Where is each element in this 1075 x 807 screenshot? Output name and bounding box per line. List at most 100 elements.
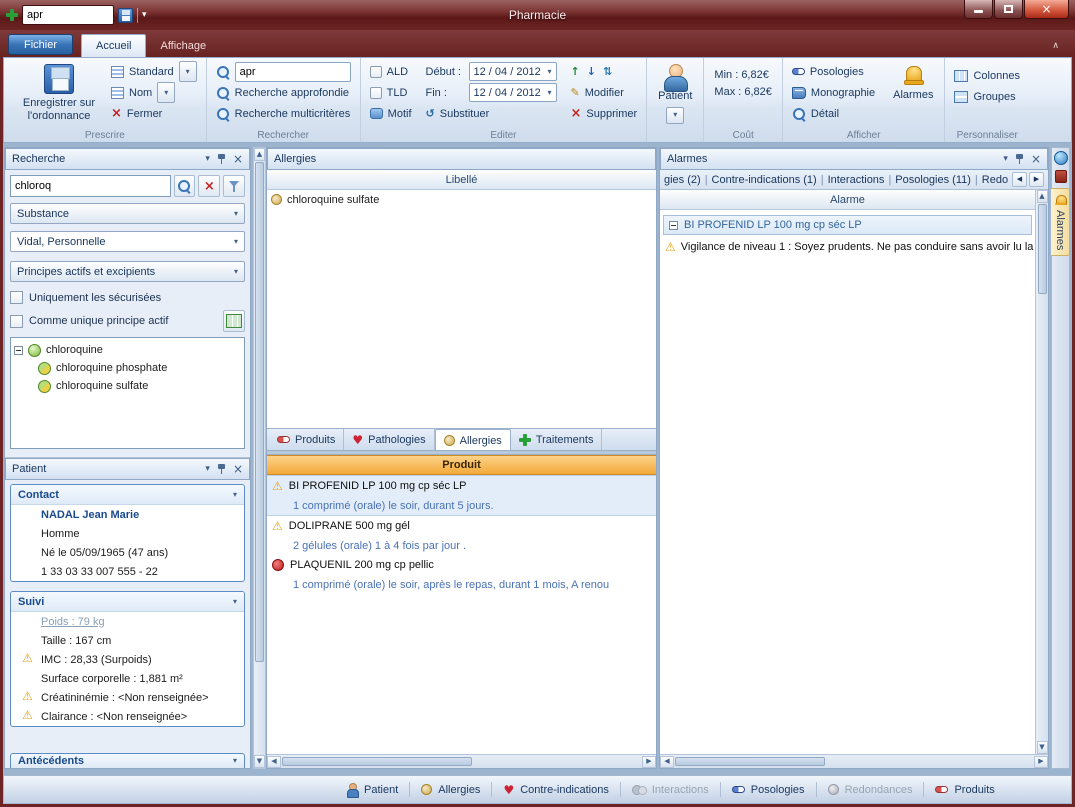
alarmes-side-tab[interactable]: Alarmes [1051, 188, 1070, 256]
scroll-down-button[interactable]: ▼ [1037, 741, 1048, 754]
modifier-button[interactable]: ✎Modifier [568, 82, 641, 103]
quick-search-input[interactable] [22, 5, 114, 25]
enregistrer-ordonnance-button[interactable]: Enregistrer sur l'ordonnance [10, 61, 108, 127]
equivalence-table-button[interactable] [223, 310, 245, 332]
colonnes-button[interactable]: Colonnes [951, 65, 1022, 86]
scroll-right-button[interactable]: ▶ [1034, 756, 1048, 768]
ald-checkbox-box[interactable] [370, 66, 382, 78]
pin-icon[interactable] [217, 463, 226, 475]
chevron-down-icon[interactable]: ▾ [233, 757, 237, 765]
tab-fichier[interactable]: Fichier [8, 34, 73, 55]
filter-posologies[interactable]: Posologies (11) [895, 174, 971, 186]
scroll-down-button[interactable]: ▼ [254, 755, 265, 768]
calendar-dropdown-icon[interactable]: ▾ [548, 68, 552, 76]
alarm-group-row[interactable]: BI PROFENID LP 100 mg cp séc LP [663, 215, 1032, 235]
tab-traitements[interactable]: Traitements [511, 429, 603, 450]
chevron-down-icon[interactable]: ▾ [233, 491, 237, 499]
filter-scroll-right-button[interactable]: ▶ [1029, 172, 1044, 187]
left-dock-scrollbar[interactable]: ▲ ▼ [253, 147, 266, 769]
suivi-box-header[interactable]: Suivi▾ [11, 592, 244, 612]
antecedents-header[interactable]: Antécédents▾ [10, 753, 245, 768]
contact-box-header[interactable]: Contact▾ [11, 485, 244, 505]
sort-icon[interactable]: ⇅ [603, 66, 612, 77]
tab-accueil[interactable]: Accueil [81, 34, 146, 57]
center-horizontal-scrollbar[interactable]: ◀ ▶ [267, 754, 656, 768]
filter-redondances[interactable]: Redo [982, 174, 1008, 186]
search-filter-button[interactable] [223, 175, 245, 197]
save-icon[interactable] [118, 8, 133, 23]
securisees-checkbox[interactable]: Uniquement les sécurisées [10, 291, 245, 304]
substance-type-dropdown[interactable]: Substance▾ [10, 203, 245, 224]
scrollbar-thumb[interactable] [255, 162, 264, 662]
status-contre-indications[interactable]: ♥Contre-indications [501, 784, 610, 796]
date-fin-field[interactable]: 12 / 04 / 2012▾ [469, 83, 557, 102]
ribbon-search-input[interactable] [235, 62, 351, 82]
pin-icon[interactable] [217, 153, 226, 165]
recherche-approfondie-button[interactable]: Recherche approfondie [213, 82, 354, 103]
scrollbar-thumb[interactable] [675, 757, 825, 766]
tree-node-child[interactable]: chloroquine phosphate [38, 359, 241, 377]
collapse-expander-icon[interactable] [669, 221, 678, 230]
maximize-button[interactable] [994, 0, 1023, 19]
alarme-column-header[interactable]: Alarme [660, 190, 1035, 210]
close-button[interactable]: × [1024, 0, 1069, 19]
scrollbar-thumb[interactable] [282, 757, 472, 766]
detail-button[interactable]: Détail [789, 103, 878, 124]
supprimer-button[interactable]: ×Supprimer [568, 103, 641, 124]
panel-dropdown-icon[interactable]: ▾ [205, 155, 210, 164]
securisees-checkbox-box[interactable] [10, 291, 23, 304]
search-clear-button[interactable]: × [198, 175, 220, 197]
motif-button[interactable]: Motif [367, 103, 415, 124]
panel-dropdown-icon[interactable]: ▾ [1003, 155, 1008, 164]
globe-icon[interactable] [1054, 151, 1068, 165]
status-produits[interactable]: Produits [933, 784, 996, 796]
filter-scroll-left-button[interactable]: ◀ [1012, 172, 1027, 187]
quick-access-dropdown-icon[interactable]: ▾ [142, 11, 147, 20]
date-debut-field[interactable]: 12 / 04 / 2012▾ [469, 62, 557, 81]
alarm-horizontal-scrollbar[interactable]: ◀ ▶ [660, 754, 1048, 768]
scroll-up-button[interactable]: ▲ [1037, 190, 1048, 203]
tab-produits[interactable]: Produits [269, 429, 344, 450]
scrollbar-thumb[interactable] [1038, 204, 1047, 294]
fermer-button[interactable]: ×Fermer [108, 103, 200, 124]
product-item[interactable]: ⚠DOLIPRANE 500 mg gél 2 gélules (orale) … [267, 516, 656, 555]
principe-actif-checkbox-box[interactable] [10, 315, 23, 328]
move-up-icon[interactable]: ↑ [571, 66, 580, 77]
calendar-dropdown-icon[interactable]: ▾ [548, 89, 552, 97]
nom-dropdown[interactable]: Nom▾ [108, 82, 200, 103]
status-posologies[interactable]: Posologies [730, 784, 807, 796]
monographie-button[interactable]: Monographie [789, 82, 878, 103]
produit-column-header[interactable]: Produit [267, 455, 656, 475]
document-red-icon[interactable] [1055, 170, 1067, 183]
panel-close-icon[interactable]: × [1031, 153, 1041, 165]
pin-icon[interactable] [1015, 153, 1024, 165]
panel-close-icon[interactable]: × [233, 153, 243, 165]
status-allergies[interactable]: Allergies [419, 784, 482, 796]
tree-node-child[interactable]: chloroquine sulfate [38, 377, 241, 395]
standard-dropdown[interactable]: Standard▾ [108, 61, 200, 82]
tab-allergies[interactable]: Allergies [435, 429, 511, 451]
ribbon-collapse-icon[interactable]: ∧ [1052, 42, 1059, 51]
posologies-button[interactable]: Posologies [789, 61, 878, 82]
move-down-icon[interactable]: ↓ [587, 66, 596, 77]
scroll-right-button[interactable]: ▶ [642, 756, 656, 768]
alarmes-button[interactable]: Alarmes [888, 61, 938, 127]
recherche-multicriteres-button[interactable]: Recherche multicritères [213, 103, 354, 124]
tab-pathologies[interactable]: ♥Pathologies [344, 429, 434, 450]
panel-dropdown-icon[interactable]: ▾ [205, 465, 210, 474]
source-dropdown[interactable]: Vidal, Personnelle▾ [10, 231, 245, 252]
alarm-vertical-scrollbar[interactable]: ▲ ▼ [1035, 190, 1048, 754]
tld-checkbox-box[interactable] [370, 87, 382, 99]
substituer-button[interactable]: ↺Substituer [423, 103, 560, 124]
collapse-expander-icon[interactable] [14, 346, 23, 355]
panel-close-icon[interactable]: × [233, 463, 243, 475]
tld-checkbox[interactable]: TLD [367, 82, 415, 103]
patient-button[interactable]: Patient ▾ [653, 61, 697, 127]
groupes-button[interactable]: Groupes [951, 86, 1022, 107]
alarm-detail-row[interactable]: ⚠ Vigilance de niveau 1 : Soyez prudents… [660, 237, 1035, 256]
poids-link[interactable]: Poids : 79 kg [41, 616, 105, 628]
allergy-row[interactable]: chloroquine sulfate [267, 190, 656, 209]
scroll-left-button[interactable]: ◀ [267, 756, 281, 768]
filter-contre-indications[interactable]: Contre-indications (1) [712, 174, 817, 186]
search-go-button[interactable] [174, 175, 196, 197]
